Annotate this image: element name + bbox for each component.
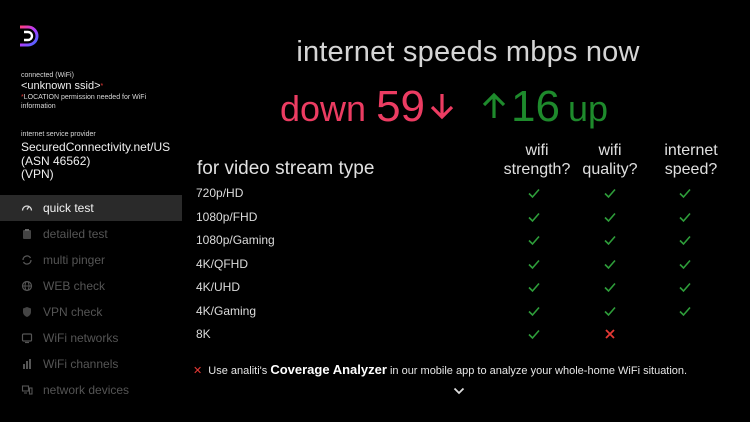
isp-line: (ASN 46562) xyxy=(21,153,91,168)
coverage-analyzer-tip: ✕ Use analiti's Coverage Analyzer in our… xyxy=(193,362,687,377)
stream-type-label: 1080p/FHD xyxy=(196,209,258,224)
chevron-down-icon[interactable] xyxy=(452,384,466,398)
check-icon xyxy=(526,326,542,342)
check-icon xyxy=(602,185,618,201)
check-icon xyxy=(526,232,542,248)
tip-product-name: Coverage Analyzer xyxy=(270,362,387,377)
sidebar: connected (WiFi) <unknown ssid>* *LOCATI… xyxy=(0,0,182,422)
table-row: 720p/HD xyxy=(196,182,736,206)
column-header-line: quality? xyxy=(582,161,638,178)
menu-item-wifi-channels[interactable]: WiFi channels xyxy=(0,351,182,377)
bar-chart-icon xyxy=(20,357,34,371)
speed-readout: down 59 16 up xyxy=(280,82,608,132)
check-icon xyxy=(602,209,618,225)
nav-menu: quick test detailed test multi pinger WE… xyxy=(0,195,182,403)
table-row: 4K/QFHD xyxy=(196,253,736,277)
column-header-internet-speed: internet speed? xyxy=(646,141,736,179)
shield-icon xyxy=(20,305,34,319)
column-header-line: internet xyxy=(664,142,718,159)
isp-line: (VPN) xyxy=(21,167,54,181)
check-icon xyxy=(526,256,542,272)
column-header-wifi-quality: wifi quality? xyxy=(565,141,655,179)
check-icon xyxy=(677,279,693,295)
arrow-down-icon xyxy=(429,91,455,126)
column-header-line: wifi xyxy=(598,142,622,159)
connection-status: connected (WiFi) xyxy=(21,72,74,79)
check-icon xyxy=(677,256,693,272)
check-icon xyxy=(526,279,542,295)
up-label: up xyxy=(567,88,609,129)
check-icon xyxy=(677,303,693,319)
check-icon xyxy=(677,232,693,248)
sync-icon xyxy=(20,253,34,267)
analiti-logo xyxy=(20,25,39,47)
table-row: 8K xyxy=(196,323,736,347)
table-row: 1080p/Gaming xyxy=(196,229,736,253)
check-icon xyxy=(526,303,542,319)
check-icon xyxy=(677,185,693,201)
stream-type-label: 8K xyxy=(196,327,211,341)
menu-label: WiFi channels xyxy=(43,357,119,371)
stream-type-label: 4K/UHD xyxy=(196,280,241,294)
menu-label: multi pinger xyxy=(43,253,106,267)
cross-icon: ✕ xyxy=(193,365,203,377)
table-row: 1080p/FHD xyxy=(196,206,736,230)
menu-item-multi-pinger[interactable]: multi pinger xyxy=(0,247,182,273)
location-note: *LOCATION permission needed for WiFi inf… xyxy=(21,94,147,110)
menu-label: VPN check xyxy=(43,305,103,319)
menu-label: network devices xyxy=(43,383,130,397)
stream-type-heading: for video stream type xyxy=(197,158,375,179)
check-icon xyxy=(602,256,618,272)
clipboard-icon xyxy=(20,227,34,241)
menu-item-wifi-networks[interactable]: WiFi networks xyxy=(0,325,182,351)
stream-type-label: 4K/Gaming xyxy=(196,303,257,318)
arrow-up-icon xyxy=(481,91,507,126)
down-speed-value: 59 xyxy=(376,82,426,131)
menu-item-vpn-check[interactable]: VPN check xyxy=(0,299,182,325)
menu-label: detailed test xyxy=(43,227,108,241)
menu-item-detailed-test[interactable]: detailed test xyxy=(0,221,182,247)
table-row: 4K/Gaming xyxy=(196,300,736,324)
page-title: internet speeds mbps now xyxy=(296,36,640,68)
stream-type-table: 720p/HD 1080p/FHD 1080p/Gaming 4K/QFHD 4K/UH… xyxy=(196,182,736,347)
menu-item-web-check[interactable]: WEB check xyxy=(0,273,182,299)
device-icon xyxy=(20,383,34,397)
stream-type-label: 1080p/Gaming xyxy=(196,233,275,247)
wifi-icon xyxy=(20,331,34,345)
menu-label: quick test xyxy=(43,201,94,215)
gauge-icon xyxy=(20,201,34,215)
isp-info: internet service provider SecuredConnect… xyxy=(21,130,181,182)
stream-type-label: 4K/QFHD xyxy=(196,256,249,271)
isp-name: SecuredConnectivity.net/US (ASN 46562) (… xyxy=(21,140,181,182)
tip-text: Use analiti's xyxy=(208,365,268,377)
check-icon xyxy=(677,209,693,225)
isp-line: SecuredConnectivity.net/US xyxy=(21,140,171,154)
isp-label: internet service provider xyxy=(21,131,96,138)
globe-icon xyxy=(20,279,34,293)
check-icon xyxy=(602,303,618,319)
ssid-value: <unknown ssid>* xyxy=(21,80,104,92)
connection-info: connected (WiFi) <unknown ssid>* *LOCATI… xyxy=(21,71,181,111)
column-header-line: speed? xyxy=(664,161,718,178)
down-label: down xyxy=(280,88,367,129)
menu-item-network-devices[interactable]: network devices xyxy=(0,377,182,403)
check-icon xyxy=(602,279,618,295)
cross-icon xyxy=(602,326,618,342)
tip-text: in our mobile app to analyze your whole-… xyxy=(389,365,688,377)
check-icon xyxy=(602,232,618,248)
check-icon xyxy=(526,185,542,201)
menu-item-quick-test[interactable]: quick test xyxy=(0,195,182,221)
stream-type-label: 720p/HD xyxy=(196,186,244,200)
table-row: 4K/UHD xyxy=(196,276,736,300)
menu-label: WiFi networks xyxy=(43,331,119,345)
check-icon xyxy=(526,209,542,225)
up-speed-value: 16 xyxy=(511,82,560,131)
menu-label: WEB check xyxy=(43,279,106,293)
